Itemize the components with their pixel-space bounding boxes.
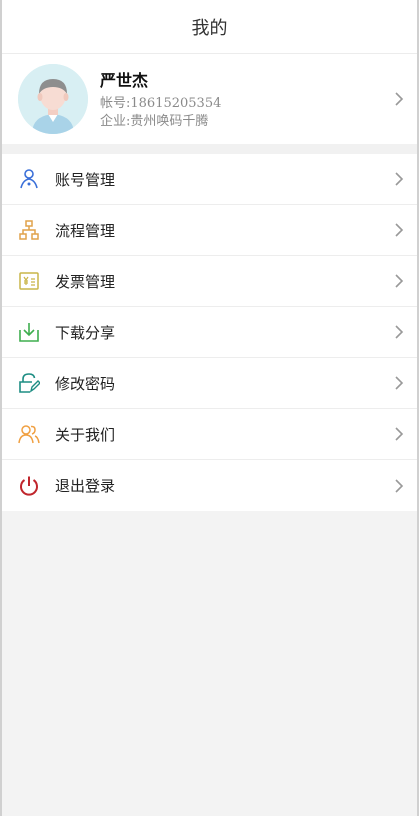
user-name: 严世杰 [100, 71, 149, 90]
menu-label: 下载分享 [55, 323, 116, 342]
invoice-icon [18, 270, 40, 292]
settings-menu: 账号管理 流程管理 发票管理 下载分享 修改密码 关于我们 退出登录 [2, 154, 417, 511]
menu-item-download[interactable]: 下载分享 [2, 307, 417, 358]
flow-icon [18, 219, 40, 241]
menu-label: 发票管理 [55, 272, 116, 291]
menu-label: 修改密码 [55, 374, 116, 393]
chevron-right-icon [393, 222, 405, 238]
menu-label: 账号管理 [55, 170, 116, 189]
chevron-right-icon [393, 375, 405, 391]
menu-item-invoice[interactable]: 发票管理 [2, 256, 417, 307]
page-title: 我的 [191, 17, 228, 39]
account-number: 帐号:18615205354 [100, 96, 222, 111]
menu-item-about[interactable]: 关于我们 [2, 409, 417, 460]
menu-label: 关于我们 [55, 425, 116, 444]
company-name: 企业:贵州唤码千腾 [100, 114, 209, 129]
chevron-right-icon [393, 273, 405, 289]
account-icon [18, 168, 40, 190]
app-frame: 我的 严世杰 帐号:18615205354 企业:贵州唤码千腾 账号管理 流程管… [0, 0, 419, 816]
menu-label: 退出登录 [55, 477, 116, 495]
chevron-right-icon [393, 171, 405, 187]
chevron-right-icon [393, 426, 405, 442]
download-icon [18, 321, 40, 343]
profile-card[interactable]: 严世杰 帐号:18615205354 企业:贵州唤码千腾 [2, 54, 417, 144]
chevron-right-icon [393, 324, 405, 340]
power-icon [18, 475, 40, 497]
menu-item-account[interactable]: 账号管理 [2, 154, 417, 205]
chevron-right-icon [393, 478, 405, 494]
section-gap [2, 144, 417, 154]
menu-item-password[interactable]: 修改密码 [2, 358, 417, 409]
profile-info: 严世杰 帐号:18615205354 企业:贵州唤码千腾 [100, 67, 393, 131]
menu-item-logout[interactable]: 退出登录 [2, 460, 417, 511]
avatar [18, 64, 88, 134]
about-users-icon [18, 423, 40, 445]
menu-label: 流程管理 [55, 221, 116, 240]
menu-item-flow[interactable]: 流程管理 [2, 205, 417, 256]
chevron-right-icon [393, 91, 405, 107]
avatar-person-icon [18, 64, 88, 134]
empty-area [2, 511, 417, 811]
edit-lock-icon [18, 372, 40, 394]
nav-header: 我的 [2, 0, 417, 54]
